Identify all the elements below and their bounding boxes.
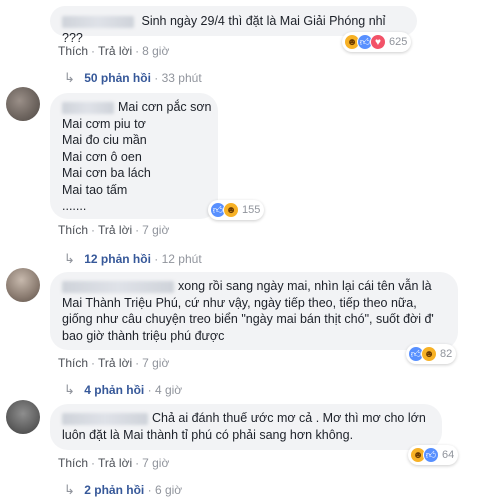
reply-arrow-icon: ↳ xyxy=(64,482,75,497)
avatar[interactable] xyxy=(6,400,40,434)
reply-link[interactable]: Trả lời xyxy=(98,456,132,470)
reaction-summary[interactable]: 👍︎ ☻ 155 xyxy=(208,200,265,220)
comment-text-line: Mai cơn pắc sơn xyxy=(118,100,212,114)
comment-text-line: Chả ai đánh thuế ước mơ cả . Mơ thì mơ c… xyxy=(152,411,426,425)
comment-text-line: xong rồi sang ngày mai, nhìn lại cái tên… xyxy=(178,279,432,293)
comment-time[interactable]: 7 giờ xyxy=(142,456,169,470)
comment-text-line: Mai cơn ba lách xyxy=(62,166,151,180)
reaction-count: 82 xyxy=(440,348,453,360)
replies-time: 12 phút xyxy=(161,252,202,266)
replies-time: 6 giờ xyxy=(154,483,183,497)
comment-actions: Thích · Trả lời · 7 giờ xyxy=(58,223,170,237)
comment-text-line: Mai cơm piu tơ xyxy=(62,116,146,131)
replies-count[interactable]: 50 phản hồi xyxy=(84,71,151,85)
view-replies[interactable]: ↳ 50 phản hồi · 33 phút xyxy=(64,70,202,86)
comment-text-line: Mai đo ciu mần xyxy=(62,133,147,147)
like-link[interactable]: Thích xyxy=(58,456,88,470)
reply-link[interactable]: Trả lời xyxy=(98,356,132,370)
like-link[interactable]: Thích xyxy=(58,223,88,237)
commenter-name[interactable] xyxy=(62,412,148,425)
commenter-name[interactable] xyxy=(62,15,134,28)
reaction-summary[interactable]: ☻ 👍︎ ♥ 625 xyxy=(342,32,412,52)
comment-text-line: Mai Thành Triệu Phú, cứ như vậy, ngày ti… xyxy=(62,295,417,310)
replies-count[interactable]: 4 phản hồi xyxy=(84,383,144,397)
comment-text-line: ....... xyxy=(62,199,87,213)
comment-bubble: Mai cơn pắc sơn Mai cơm piu tơ Mai đo ci… xyxy=(50,93,218,219)
commenter-name[interactable] xyxy=(62,101,114,114)
view-replies[interactable]: ↳ 2 phản hồi · 6 giờ xyxy=(64,482,182,497)
comment-text-line: Mai tao tấm xyxy=(62,182,128,197)
reaction-count: 64 xyxy=(442,449,455,461)
comment-bubble: Chả ai đánh thuế ước mơ cả . Mơ thì mơ c… xyxy=(50,404,442,450)
reaction-summary[interactable]: 👍︎ ☻ 82 xyxy=(406,344,457,364)
love-icon: ♥ xyxy=(370,34,386,50)
like-link[interactable]: Thích xyxy=(58,44,88,58)
comment-actions: Thích · Trả lời · 7 giờ xyxy=(58,356,170,370)
comment-time[interactable]: 7 giờ xyxy=(142,356,169,370)
reply-arrow-icon: ↳ xyxy=(64,70,75,85)
replies-time: 4 giờ xyxy=(154,383,183,397)
reply-link[interactable]: Trả lời xyxy=(98,223,132,237)
like-link[interactable]: Thích xyxy=(58,356,88,370)
view-replies[interactable]: ↳ 12 phản hồi · 12 phút xyxy=(64,251,202,267)
haha-icon: ☻ xyxy=(223,202,239,218)
comment-actions: Thích · Trả lời · 7 giờ xyxy=(58,456,170,470)
like-icon: 👍︎ xyxy=(423,447,439,463)
comment-text-line: luôn đặt là Mai thành tỉ phú có phải san… xyxy=(62,427,354,442)
reaction-summary[interactable]: ☻ 👍︎ 64 xyxy=(408,445,459,465)
comment-text-line: bao giờ thành triệu phú được xyxy=(62,328,225,343)
comment-time[interactable]: 8 giờ xyxy=(142,44,169,58)
avatar[interactable] xyxy=(6,87,40,121)
comment-bubble: xong rồi sang ngày mai, nhìn lại cái tên… xyxy=(50,272,458,350)
replies-count[interactable]: 2 phản hồi xyxy=(84,483,144,497)
reaction-count: 155 xyxy=(242,204,261,216)
replies-count[interactable]: 12 phản hồi xyxy=(84,252,151,266)
reply-link[interactable]: Trả lời xyxy=(98,44,132,58)
comment-actions: Thích · Trả lời · 8 giờ xyxy=(58,44,170,58)
replies-time: 33 phút xyxy=(161,71,202,85)
avatar[interactable] xyxy=(6,268,40,302)
comment-time[interactable]: 7 giờ xyxy=(142,223,169,237)
reply-arrow-icon: ↳ xyxy=(64,382,75,397)
comment-text-line: giống như câu chuyện treo biển "ngày mai… xyxy=(62,312,434,326)
reaction-count: 625 xyxy=(389,36,408,48)
haha-icon: ☻ xyxy=(421,346,437,362)
reply-arrow-icon: ↳ xyxy=(64,251,75,266)
commenter-name[interactable] xyxy=(62,280,174,293)
view-replies[interactable]: ↳ 4 phản hồi · 4 giờ xyxy=(64,382,182,398)
comment-text-line: Mai cơn ô oen xyxy=(62,149,142,164)
